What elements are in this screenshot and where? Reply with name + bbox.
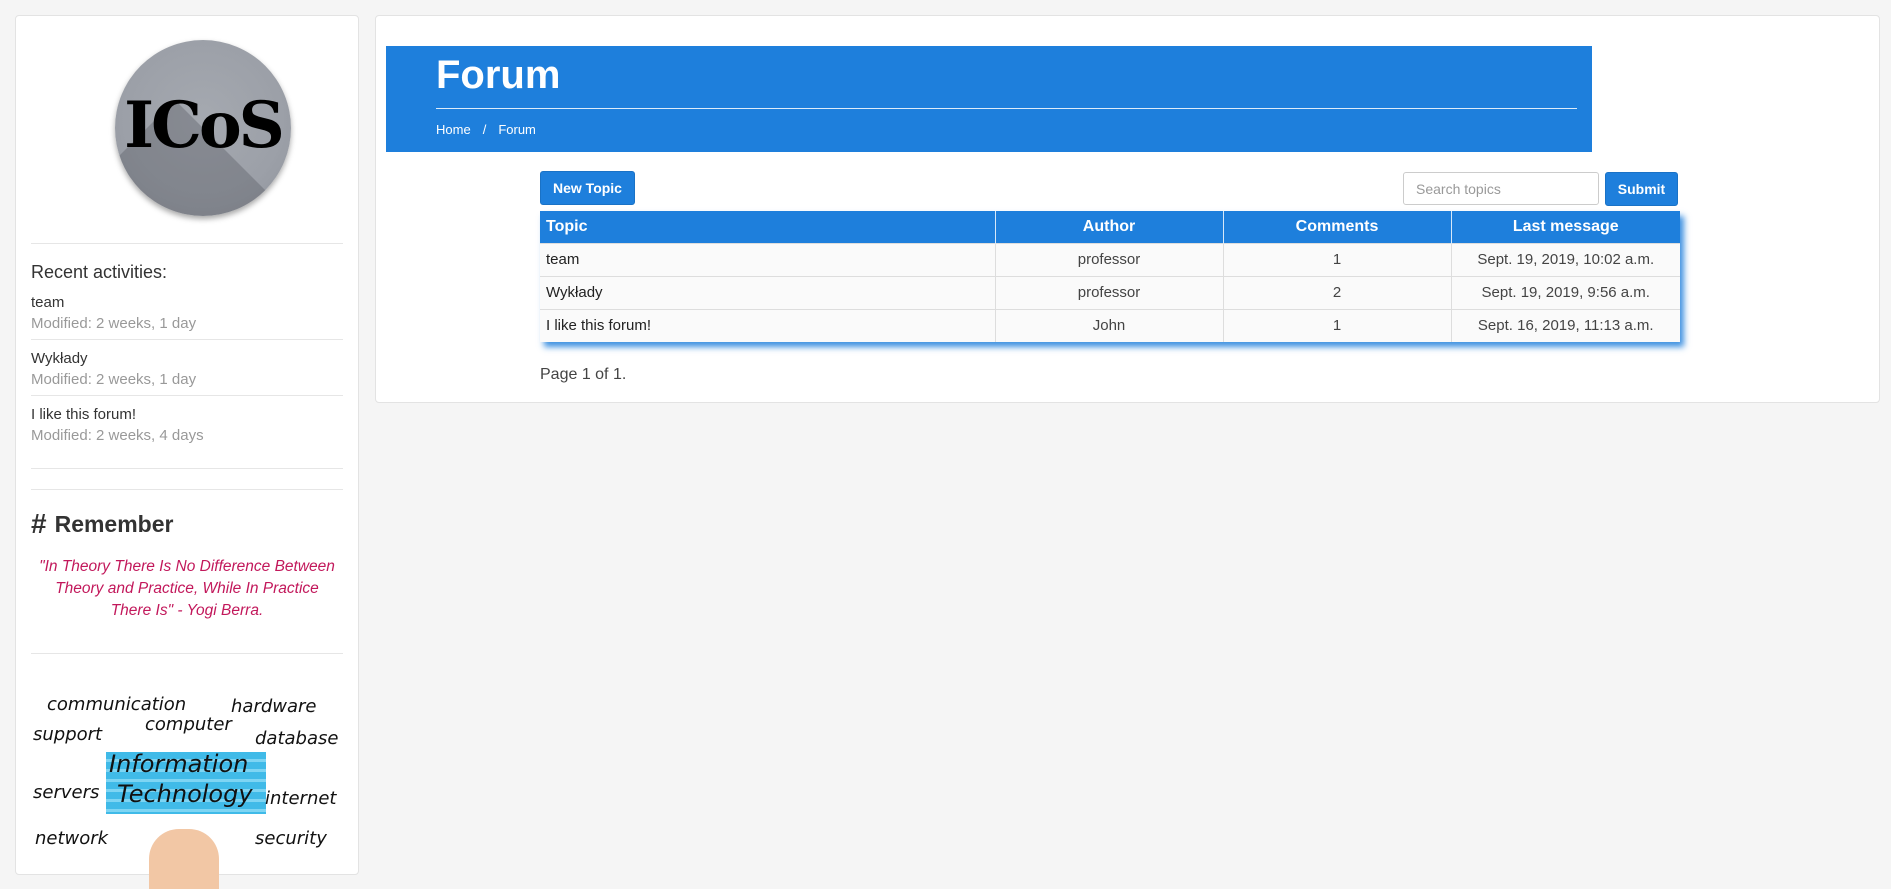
recent-item-modified: Modified: 2 weeks, 1 day <box>31 315 197 332</box>
it-image-word: network <box>35 828 109 849</box>
column-header-author[interactable]: Author <box>995 211 1224 243</box>
table-row[interactable]: team professor 1 Sept. 19, 2019, 10:02 a… <box>540 242 1680 276</box>
site-logo[interactable]: ICoS <box>115 40 291 216</box>
sidebar: ICoS Recent activities: team Modified: 2… <box>15 15 359 889</box>
recent-item-name[interactable]: team <box>31 293 343 313</box>
new-topic-button[interactable]: New Topic <box>540 171 635 205</box>
remember-section: # Remember "In Theory There Is No Differ… <box>31 489 343 654</box>
information-technology-image: Information Technology communication har… <box>31 694 345 889</box>
comments-cell: 2 <box>1223 275 1452 309</box>
topic-cell[interactable]: I like this forum! <box>540 308 996 342</box>
last-message-cell: Sept. 19, 2019, 10:02 a.m. <box>1451 242 1680 276</box>
it-image-word: computer <box>145 714 232 735</box>
search-topics-input[interactable] <box>1403 172 1599 205</box>
author-cell: professor <box>995 275 1224 309</box>
header-divider <box>436 108 1577 109</box>
column-header-comments[interactable]: Comments <box>1223 211 1452 243</box>
column-header-last-message[interactable]: Last message <box>1451 211 1680 243</box>
it-image-word: communication <box>47 694 187 715</box>
submit-button[interactable]: Submit <box>1605 172 1678 206</box>
pagination-text: Page 1 of 1. <box>540 366 627 383</box>
recent-item-name[interactable]: I like this forum! <box>31 405 343 425</box>
table-header-row: Topic Author Comments Last message <box>540 211 1680 243</box>
comments-cell: 1 <box>1223 308 1452 342</box>
author-cell: John <box>995 308 1224 342</box>
it-image-word: security <box>255 828 327 849</box>
last-message-cell: Sept. 19, 2019, 9:56 a.m. <box>1451 275 1680 309</box>
page-title: Forum <box>436 53 561 97</box>
it-image-hand <box>149 829 219 889</box>
table-row[interactable]: I like this forum! John 1 Sept. 16, 2019… <box>540 308 1680 342</box>
recent-activities: Recent activities: team Modified: 2 week… <box>31 244 343 469</box>
author-cell: professor <box>995 242 1224 276</box>
column-header-topic[interactable]: Topic <box>540 211 996 243</box>
recent-item: I like this forum! Modified: 2 weeks, 4 … <box>31 405 343 451</box>
remember-heading: # Remember <box>31 508 343 540</box>
last-message-cell: Sept. 16, 2019, 11:13 a.m. <box>1451 308 1680 342</box>
quote-text: "In Theory There Is No Difference Betwee… <box>39 558 335 619</box>
main-content: Forum Home / Forum New Topic Submit Topi… <box>375 15 1880 403</box>
it-image-word: servers <box>33 782 100 803</box>
it-image-word: internet <box>265 788 337 809</box>
hash-icon: # <box>31 508 47 539</box>
topics-table: Topic Author Comments Last message team … <box>540 211 1680 342</box>
it-image-word: support <box>33 724 103 745</box>
it-image-title-line1: Information <box>109 750 249 778</box>
recent-item: Wykłady Modified: 2 weeks, 1 day <box>31 349 343 396</box>
breadcrumb-home[interactable]: Home <box>436 122 471 137</box>
topic-cell[interactable]: team <box>540 242 996 276</box>
page-header: Forum Home / Forum <box>386 46 1592 152</box>
recent-item: team Modified: 2 weeks, 1 day <box>31 293 343 340</box>
recent-activities-title: Recent activities: <box>31 262 168 282</box>
remember-title: Remember <box>54 510 174 537</box>
breadcrumb-forum[interactable]: Forum <box>498 122 536 137</box>
recent-item-modified: Modified: 2 weeks, 4 days <box>31 427 204 444</box>
comments-cell: 1 <box>1223 242 1452 276</box>
recent-item-modified: Modified: 2 weeks, 1 day <box>31 371 197 388</box>
breadcrumb-separator: / <box>482 122 487 137</box>
it-image-title-line2: Technology <box>117 780 253 808</box>
topic-cell[interactable]: Wykłady <box>540 275 996 309</box>
breadcrumb: Home / Forum <box>436 122 536 137</box>
it-image-word: database <box>255 728 339 749</box>
it-image-word: hardware <box>231 696 317 717</box>
recent-item-name[interactable]: Wykłady <box>31 349 343 369</box>
logo-text: ICoS <box>124 88 285 163</box>
table-row[interactable]: Wykłady professor 2 Sept. 19, 2019, 9:56… <box>540 275 1680 309</box>
logo-section: ICoS <box>31 16 343 244</box>
